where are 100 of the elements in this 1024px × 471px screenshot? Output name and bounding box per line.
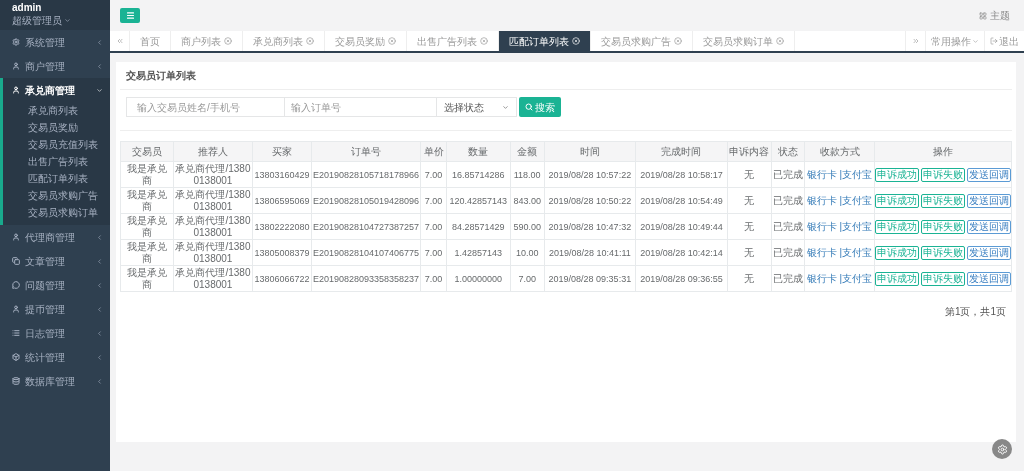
action-button[interactable]: 发送回调 (966, 219, 1011, 234)
user-role[interactable]: 超级管理员 (12, 14, 62, 27)
action-button[interactable]: 申诉成功 (874, 219, 919, 234)
table-cell: 已完成 (771, 213, 805, 240)
action-button[interactable]: 申诉失败 (920, 219, 965, 234)
page-tab[interactable]: 商户列表 (171, 31, 243, 51)
column-header: 交易员 (120, 141, 174, 162)
action-button[interactable]: 申诉失败 (920, 167, 965, 182)
sidebar-item[interactable]: 统计管理 (0, 345, 110, 369)
payment-link[interactable]: 银行卡 (806, 221, 837, 232)
database-icon (12, 377, 20, 385)
sidebar-item[interactable]: 问题管理 (0, 273, 110, 297)
table-cell: 已完成 (771, 161, 805, 188)
table-cell: 843.00 (510, 187, 545, 214)
submenu-item[interactable]: 承兑商列表 (3, 102, 110, 119)
chevron-icon (96, 38, 103, 46)
chevron-icon (96, 233, 103, 241)
action-button[interactable]: 申诉成功 (874, 245, 919, 260)
logout-button[interactable]: 退出 (984, 31, 1024, 51)
submenu-item[interactable]: 交易员充值列表 (3, 136, 110, 153)
submenu-item[interactable]: 交易员求购广告 (3, 187, 110, 204)
copy-icon (12, 257, 20, 265)
column-header: 订单号 (311, 141, 421, 162)
submenu-item[interactable]: 交易员求购订单 (3, 204, 110, 221)
search-button[interactable]: 搜索 (519, 97, 561, 117)
column-header: 状态 (771, 141, 805, 162)
separator: | (838, 273, 843, 284)
action-button[interactable]: 申诉失败 (920, 193, 965, 208)
settings-button[interactable] (992, 439, 1012, 459)
table-cell: 2019/08/28 10:42:14 (635, 239, 728, 266)
table-cell: 无 (727, 161, 772, 188)
page-tab[interactable]: 交易员奖励 (325, 31, 407, 51)
user-icon (12, 86, 20, 94)
action-button[interactable]: 发送回调 (966, 167, 1011, 182)
status-select[interactable]: 选择状态 (437, 97, 517, 117)
payment-link[interactable]: 支付宝 (842, 247, 873, 258)
payment-link[interactable]: 支付宝 (842, 221, 873, 232)
page-tab[interactable]: 承兑商列表 (243, 31, 325, 51)
common-actions-dropdown[interactable]: 常用操作 (925, 31, 984, 51)
sidebar-item[interactable]: 商户管理 (0, 54, 110, 78)
sidebar-item[interactable]: 代理商管理 (0, 225, 110, 249)
sidebar-item[interactable]: 日志管理 (0, 321, 110, 345)
pagination-info: 第1页，共1页 (944, 305, 1006, 319)
payment-link[interactable]: 支付宝 (842, 169, 873, 180)
menu-icon (125, 11, 135, 20)
sidebar-item[interactable]: 提币管理 (0, 297, 110, 321)
sidebar-item[interactable]: 系统管理 (0, 30, 110, 54)
chevron-icon (96, 257, 103, 265)
page-tab[interactable]: 交易员求购广告 (591, 31, 693, 51)
submenu-item[interactable]: 出售广告列表 (3, 153, 110, 170)
action-button[interactable]: 申诉失败 (920, 245, 965, 260)
column-header: 推荐人 (173, 141, 253, 162)
payment-link[interactable]: 支付宝 (842, 273, 873, 284)
action-button[interactable]: 申诉成功 (874, 271, 919, 286)
action-button[interactable]: 申诉成功 (874, 167, 919, 182)
sidebar-item[interactable]: 数据库管理 (0, 369, 110, 393)
column-header: 单价 (420, 141, 447, 162)
table-cell: 我是承兑商 (120, 161, 174, 188)
table-cell: 2019/08/28 10:58:17 (635, 161, 728, 188)
payment-link[interactable]: 银行卡 (806, 195, 837, 206)
column-header: 买家 (252, 141, 312, 162)
submenu-item[interactable]: 匹配订单列表 (3, 170, 110, 187)
table-cell: 无 (727, 265, 772, 292)
table-cell: 无 (727, 239, 772, 266)
submenu-item[interactable]: 交易员奖励 (3, 119, 110, 136)
page-tab[interactable]: 首页 (130, 31, 171, 51)
table-cell: 承兑商代理/13800138001 (173, 213, 253, 240)
table-cell: 我是承兑商 (120, 265, 174, 292)
settings-icon (996, 443, 1008, 455)
action-button[interactable]: 申诉成功 (874, 193, 919, 208)
table-cell: 7.00 (420, 213, 447, 240)
order-search-field[interactable]: 输入订单号 (285, 97, 437, 117)
column-header: 数量 (446, 141, 511, 162)
table-cell: 承兑商代理/13800138001 (173, 239, 253, 266)
chat-bubble-icon (12, 281, 20, 289)
action-button[interactable]: 发送回调 (966, 271, 1011, 286)
sidebar-item[interactable]: 文章管理 (0, 249, 110, 273)
theme-button[interactable]: 主题 (979, 8, 1010, 23)
table-cell: 13806595069 (252, 187, 312, 214)
action-button[interactable]: 发送回调 (966, 245, 1011, 260)
action-button[interactable]: 发送回调 (966, 193, 1011, 208)
table-cell: 120.42857143 (446, 187, 511, 214)
table-cell: 13803160429 (252, 161, 312, 188)
payment-link[interactable]: 银行卡 (806, 169, 837, 180)
table-cell: 承兑商代理/13800138001 (173, 265, 253, 292)
sidebar-item[interactable]: 承兑商管理 (3, 78, 110, 102)
table-cell: 已完成 (771, 265, 805, 292)
payment-link[interactable]: 支付宝 (842, 195, 873, 206)
name-search-field[interactable]: 输入交易员姓名/手机号 (126, 97, 285, 117)
user-name: admin (12, 2, 43, 14)
payment-link[interactable]: 银行卡 (806, 247, 837, 258)
page-tab[interactable]: 匹配订单列表 (499, 31, 591, 51)
page-tab[interactable]: 交易员求购订单 (693, 31, 795, 51)
table-cell: 7.00 (420, 265, 447, 292)
table-cell: 2019/08/28 09:35:31 (544, 265, 636, 292)
action-button[interactable]: 申诉失败 (920, 271, 965, 286)
menu-toggle-button[interactable] (120, 8, 140, 23)
table-cell: 承兑商代理/13800138001 (173, 161, 253, 188)
payment-link[interactable]: 银行卡 (806, 273, 837, 284)
chevron-icon (96, 329, 103, 337)
